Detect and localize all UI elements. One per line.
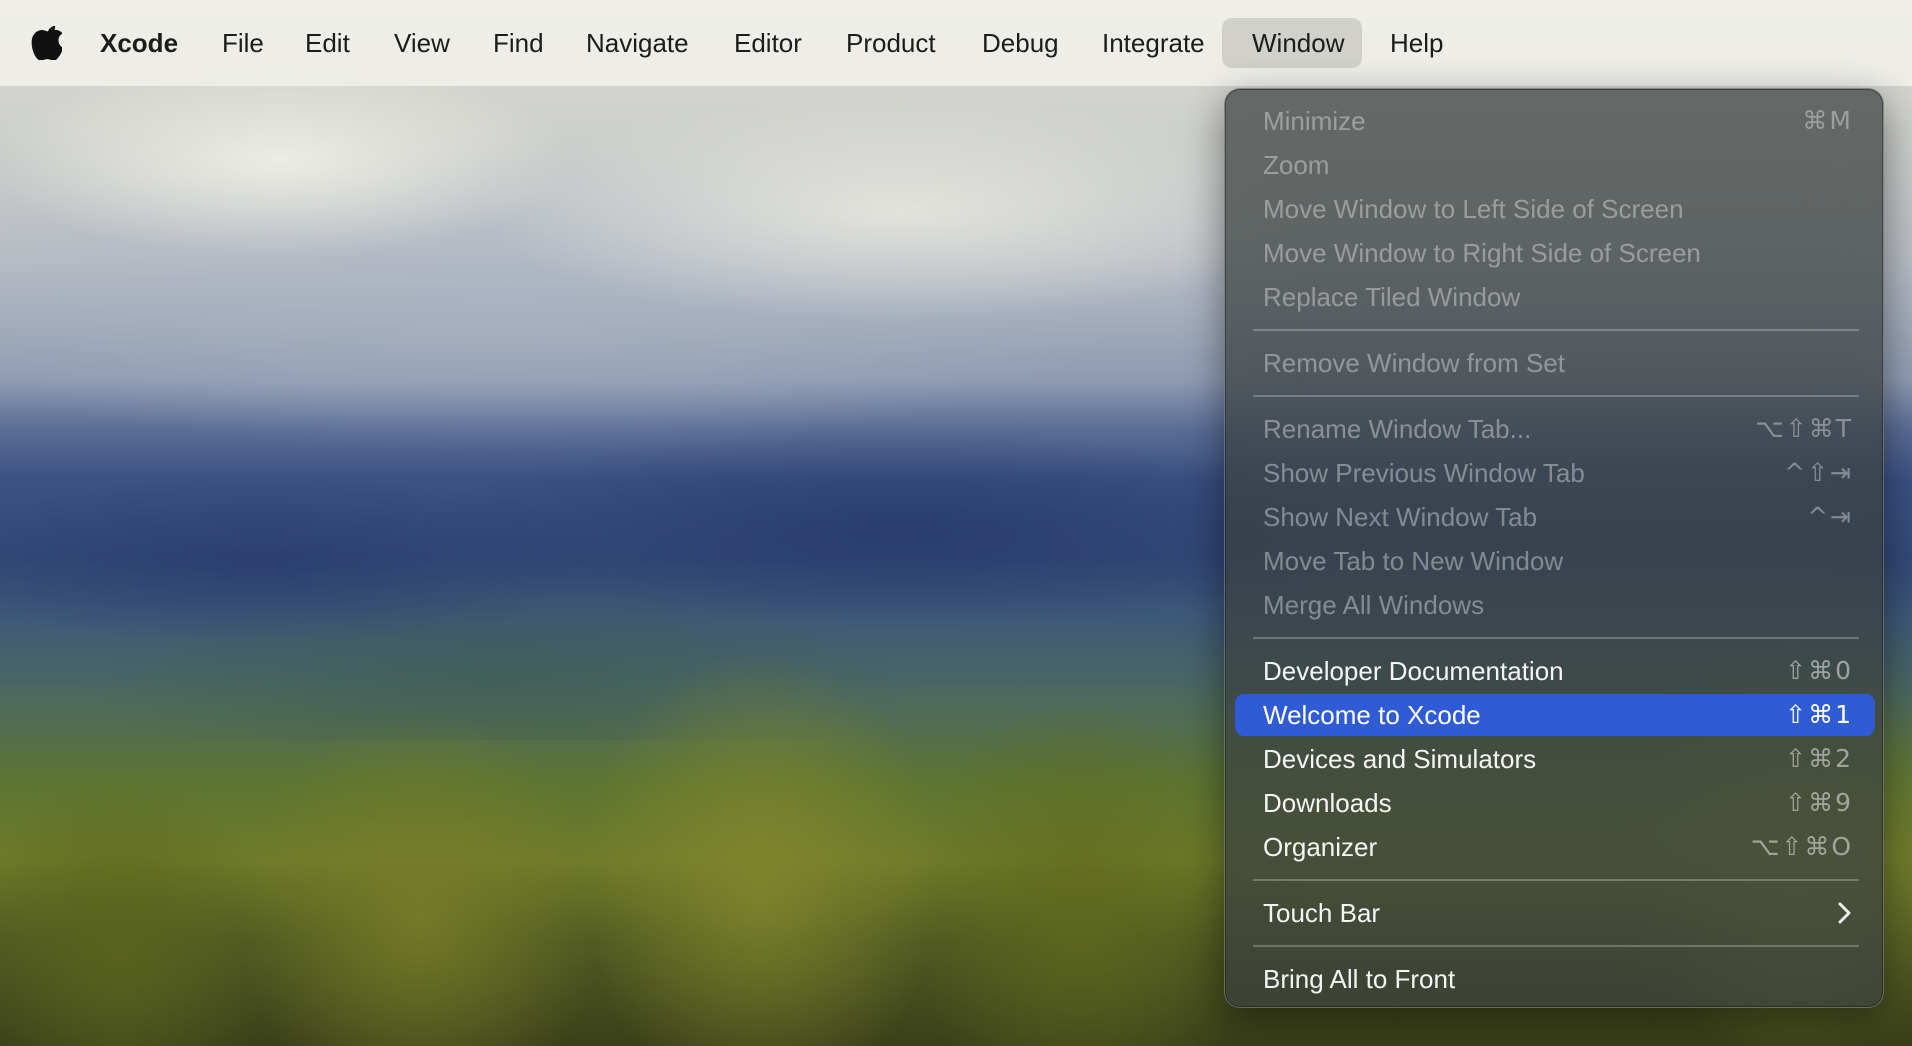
menu-item-shortcut: ^⇧⇥ bbox=[1784, 458, 1853, 487]
menu-item-move-window-right[interactable]: Move Window to Right Side of Screen bbox=[1235, 232, 1875, 274]
menu-item-remove-window-from-set[interactable]: Remove Window from Set bbox=[1235, 342, 1875, 384]
menu-editor[interactable]: Editor bbox=[718, 18, 818, 68]
menu-navigate[interactable]: Navigate bbox=[570, 18, 705, 68]
menu-separator bbox=[1253, 329, 1859, 331]
menu-item-move-tab-to-new-window[interactable]: Move Tab to New Window bbox=[1235, 540, 1875, 582]
menu-item-merge-all-windows[interactable]: Merge All Windows bbox=[1235, 584, 1875, 626]
menu-item-label: Developer Documentation bbox=[1263, 656, 1564, 686]
menu-item-bring-all-to-front[interactable]: Bring All to Front bbox=[1235, 958, 1875, 1000]
menu-item-developer-documentation[interactable]: Developer Documentation ⇧⌘0 bbox=[1235, 650, 1875, 692]
menu-item-show-previous-window-tab[interactable]: Show Previous Window Tab ^⇧⇥ bbox=[1235, 452, 1875, 494]
menu-item-label: Show Next Window Tab bbox=[1263, 502, 1538, 532]
menu-find[interactable]: Find bbox=[477, 18, 560, 68]
menu-item-organizer[interactable]: Organizer ⌥⇧⌘O bbox=[1235, 826, 1875, 868]
menu-help[interactable]: Help bbox=[1374, 18, 1459, 68]
menu-window[interactable]: Window bbox=[1222, 18, 1362, 68]
menu-item-label: Zoom bbox=[1263, 150, 1330, 180]
menu-item-devices-and-simulators[interactable]: Devices and Simulators ⇧⌘2 bbox=[1235, 738, 1875, 780]
menu-separator bbox=[1253, 395, 1859, 397]
menu-file[interactable]: File bbox=[206, 18, 280, 68]
menu-item-label: Minimize bbox=[1263, 106, 1366, 136]
menu-edit[interactable]: Edit bbox=[289, 18, 366, 68]
menu-item-label: Bring All to Front bbox=[1263, 964, 1456, 994]
menu-item-shortcut: ⇧⌘2 bbox=[1785, 744, 1853, 773]
menu-item-label: Move Window to Left Side of Screen bbox=[1263, 194, 1684, 224]
menu-separator bbox=[1253, 637, 1859, 639]
chevron-right-icon bbox=[1838, 902, 1851, 924]
menu-separator bbox=[1253, 879, 1859, 881]
menu-item-label: Move Window to Right Side of Screen bbox=[1263, 238, 1701, 268]
menu-item-label: Welcome to Xcode bbox=[1263, 700, 1481, 730]
menu-item-shortcut: ⌘M bbox=[1802, 106, 1853, 135]
menu-item-move-window-left[interactable]: Move Window to Left Side of Screen bbox=[1235, 188, 1875, 230]
menu-item-label: Remove Window from Set bbox=[1263, 348, 1565, 378]
menu-item-downloads[interactable]: Downloads ⇧⌘9 bbox=[1235, 782, 1875, 824]
menu-item-shortcut: ⇧⌘1 bbox=[1785, 700, 1853, 729]
menu-item-label: Rename Window Tab... bbox=[1263, 414, 1532, 444]
menu-item-replace-tiled-window[interactable]: Replace Tiled Window bbox=[1235, 276, 1875, 318]
menu-item-shortcut: ⌥⇧⌘T bbox=[1754, 414, 1853, 443]
apple-logo-icon[interactable] bbox=[30, 26, 62, 60]
menu-item-touch-bar[interactable]: Touch Bar bbox=[1235, 892, 1875, 934]
menu-product[interactable]: Product bbox=[830, 18, 952, 68]
menu-item-shortcut: ⇧⌘0 bbox=[1785, 656, 1853, 685]
menu-item-show-next-window-tab[interactable]: Show Next Window Tab ^⇥ bbox=[1235, 496, 1875, 538]
menu-xcode[interactable]: Xcode bbox=[84, 18, 194, 68]
menu-item-label: Devices and Simulators bbox=[1263, 744, 1537, 774]
menu-bar: Xcode File Edit View Find Navigate Edito… bbox=[0, 0, 1912, 86]
menu-item-label: Touch Bar bbox=[1263, 898, 1381, 928]
menu-separator bbox=[1253, 945, 1859, 947]
menu-item-shortcut: ⌥⇧⌘O bbox=[1750, 832, 1853, 861]
menu-item-zoom[interactable]: Zoom bbox=[1235, 144, 1875, 186]
menu-item-welcome-to-xcode[interactable]: Welcome to Xcode ⇧⌘1 bbox=[1235, 694, 1875, 736]
menu-item-label: Replace Tiled Window bbox=[1263, 282, 1521, 312]
menu-item-label: Downloads bbox=[1263, 788, 1392, 818]
menu-integrate[interactable]: Integrate bbox=[1086, 18, 1221, 68]
menu-item-shortcut: ^⇥ bbox=[1807, 502, 1853, 531]
menu-item-label: Organizer bbox=[1263, 832, 1378, 862]
menu-debug[interactable]: Debug bbox=[966, 18, 1075, 68]
menu-item-rename-window-tab[interactable]: Rename Window Tab... ⌥⇧⌘T bbox=[1235, 408, 1875, 450]
menu-item-label: Show Previous Window Tab bbox=[1263, 458, 1585, 488]
menu-item-label: Move Tab to New Window bbox=[1263, 546, 1564, 576]
menu-item-label: Merge All Windows bbox=[1263, 590, 1485, 620]
window-menu-dropdown: Minimize ⌘M Zoom Move Window to Left Sid… bbox=[1224, 88, 1884, 1008]
menu-item-minimize[interactable]: Minimize ⌘M bbox=[1235, 100, 1875, 142]
menu-view[interactable]: View bbox=[378, 18, 466, 68]
menu-item-shortcut: ⇧⌘9 bbox=[1785, 788, 1853, 817]
